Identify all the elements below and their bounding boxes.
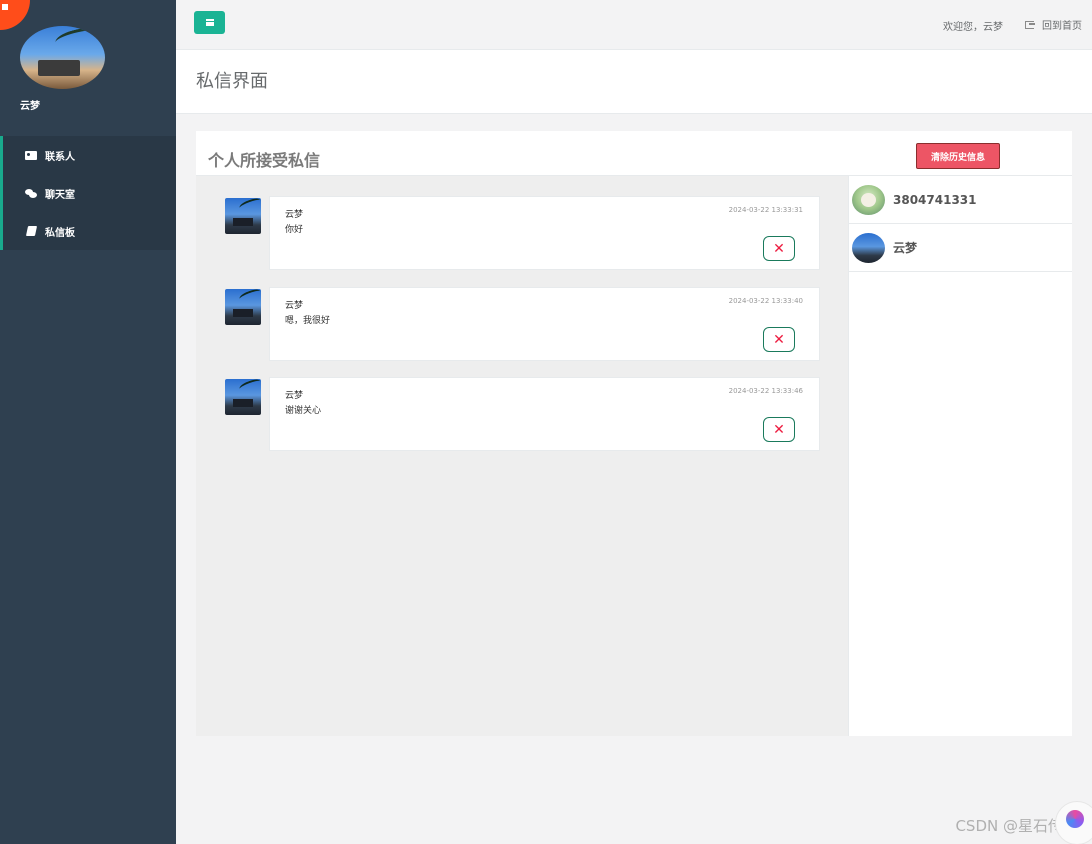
- contact-card-icon: [25, 150, 37, 160]
- avatar: [852, 232, 885, 263]
- avatar: [225, 198, 261, 234]
- message-text: 嗯，我很好: [285, 316, 331, 326]
- contact-item[interactable]: 云梦: [849, 224, 1072, 272]
- hamburger-icon: [205, 19, 214, 26]
- sidebar-item-messages[interactable]: 私信板: [0, 212, 176, 250]
- clear-history-button[interactable]: 清除历史信息: [916, 143, 1000, 169]
- avatar: [225, 289, 261, 325]
- message-text: 你好: [285, 225, 304, 235]
- sidebar-nav: 联系人 聊天室 私信板: [0, 136, 176, 250]
- sidebar-item-chatroom[interactable]: 聊天室: [0, 174, 176, 212]
- assistant-icon[interactable]: [1055, 801, 1092, 844]
- sidebar: 云梦 联系人 聊天室 私信板: [0, 0, 176, 844]
- message-sender: 云梦: [285, 391, 304, 401]
- message-sender: 云梦: [285, 210, 304, 220]
- profile: 云梦: [20, 26, 105, 112]
- close-icon: ✕: [773, 331, 785, 348]
- contact-item[interactable]: 3804741331: [849, 176, 1072, 224]
- message-list[interactable]: 云梦 你好 2024-03-22 13:33:31 ✕ 云梦 嗯，我很好 202…: [196, 176, 848, 736]
- messages-card: 个人所接受私信 清除历史信息 云梦 你好 2024-03-22 13:33:31…: [196, 131, 1072, 736]
- contact-name: 云梦: [893, 241, 918, 255]
- contact-list: 3804741331 云梦: [848, 176, 1072, 736]
- message-sender: 云梦: [285, 301, 304, 311]
- sidebar-item-label: 私信板: [45, 227, 75, 239]
- close-icon: ✕: [773, 421, 785, 438]
- sidebar-item-label: 聊天室: [45, 189, 75, 201]
- message-time: 2024-03-22 13:33:31: [728, 206, 803, 214]
- page-title: 私信界面: [196, 71, 268, 92]
- profile-name: 云梦: [20, 101, 40, 112]
- sign-out-icon: [1025, 20, 1035, 29]
- avatar: [225, 379, 261, 415]
- message-bubble: 云梦 嗯，我很好 2024-03-22 13:33:40 ✕: [269, 287, 820, 361]
- page-heading: 私信界面: [176, 50, 1092, 114]
- message-text: 谢谢关心: [285, 406, 322, 416]
- message-time: 2024-03-22 13:33:40: [728, 297, 803, 305]
- message-bubble: 云梦 谢谢关心 2024-03-22 13:33:46 ✕: [269, 377, 820, 451]
- delete-message-button[interactable]: ✕: [763, 417, 795, 442]
- menu-toggle-button[interactable]: [194, 11, 225, 34]
- avatar: [852, 184, 885, 215]
- home-link[interactable]: 回到首页: [1025, 17, 1082, 32]
- welcome-text: 欢迎您，云梦: [943, 22, 1003, 33]
- home-link-label: 回到首页: [1042, 21, 1082, 32]
- delete-message-button[interactable]: ✕: [763, 236, 795, 261]
- message-time: 2024-03-22 13:33:46: [728, 387, 803, 395]
- book-icon: [25, 226, 37, 236]
- close-icon: ✕: [773, 240, 785, 257]
- contact-name: 3804741331: [893, 192, 977, 207]
- sidebar-item-contacts[interactable]: 联系人: [0, 136, 176, 174]
- message-bubble: 云梦 你好 2024-03-22 13:33:31 ✕: [269, 196, 820, 270]
- chat-bubbles-icon: [25, 188, 37, 198]
- sidebar-item-label: 联系人: [45, 151, 75, 163]
- avatar[interactable]: [20, 26, 105, 89]
- card-title: 个人所接受私信: [208, 151, 321, 170]
- delete-message-button[interactable]: ✕: [763, 327, 795, 352]
- top-navbar: 欢迎您，云梦 回到首页: [176, 0, 1092, 50]
